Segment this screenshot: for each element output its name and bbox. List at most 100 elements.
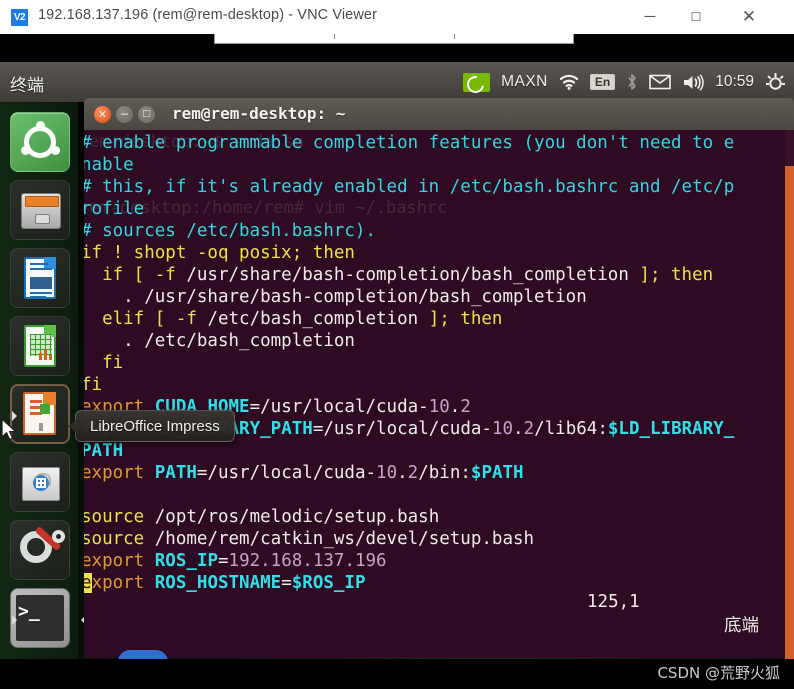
vnc-titlebar: V2 192.168.137.196 (rem@rem-desktop) - V… xyxy=(0,0,794,34)
minimize-button[interactable]: ─ xyxy=(627,0,673,34)
launcher-item-ubuntu-software[interactable] xyxy=(10,452,70,512)
terminal-text-span: =/usr/local/cuda- xyxy=(312,419,492,439)
bluetooth-icon[interactable] xyxy=(626,73,638,91)
terminal-text-span: if ! shopt -oq posix; then xyxy=(84,243,355,263)
vim-cursor-position: 125,1 xyxy=(587,592,640,612)
terminal-maximize-icon: □ xyxy=(142,109,151,119)
input-method-icon[interactable]: En xyxy=(589,74,616,90)
ubuntu-top-panel: 终端 MAXN En 10:59 xyxy=(0,62,794,102)
terminal-text-span: . xyxy=(84,331,145,351)
terminal-text-span: =/usr/local/cuda- xyxy=(196,463,377,483)
terminal-line: nable xyxy=(84,154,134,176)
system-tray: MAXN En 10:59 xyxy=(463,62,786,102)
terminal-text-span: elif [ -f xyxy=(84,309,208,329)
panel-app-name[interactable]: 终端 xyxy=(10,71,44,96)
terminal-content[interactable]: rem@rem-desktop:~$ sudo surem@rem-deskto… xyxy=(84,130,794,658)
launcher-item-libreoffice-calc[interactable] xyxy=(10,316,70,376)
vim-status-line: 125,1 底端 xyxy=(84,572,794,652)
nvidia-icon[interactable] xyxy=(463,72,491,96)
input-method-label: En xyxy=(589,74,616,90)
terminal-line: if [ -f /usr/share/bash-completion/bash_… xyxy=(84,264,713,286)
terminal-titlebar[interactable]: ✕ ─ □ rem@rem-desktop: ~ xyxy=(84,98,794,130)
terminal-text-span: source xyxy=(84,529,155,549)
terminal-text-span: 10 xyxy=(376,463,398,483)
terminal-text-span: # this, if it's already enabled in /etc/… xyxy=(84,177,735,197)
mail-icon[interactable] xyxy=(649,74,672,90)
terminal-text-span: ROS_IP xyxy=(154,551,218,571)
terminal-line: # sources /etc/bash.bashrc). xyxy=(84,220,376,242)
terminal-text-span: /home/rem/catkin_ws/devel/setup.bash xyxy=(154,529,535,549)
terminal-text-span: rofile xyxy=(84,199,145,219)
terminal-text-span: . xyxy=(84,287,145,307)
settings-gear-icon[interactable] xyxy=(765,72,786,93)
terminal-text-span: 10 xyxy=(491,419,514,439)
terminal-line: PATH xyxy=(84,440,123,462)
terminal-line: # this, if it's already enabled in /etc/… xyxy=(84,176,734,198)
vnc-logo-icon: V2 xyxy=(11,9,28,26)
volume-icon[interactable] xyxy=(682,73,704,91)
launcher-item-libreoffice-impress[interactable] xyxy=(10,384,70,444)
terminal-text-span: 2 xyxy=(407,463,419,483)
terminal-text-span: source xyxy=(84,507,155,527)
vim-scroll-state: 底端 xyxy=(724,616,759,636)
terminal-text-span: # sources /etc/bash.bashrc). xyxy=(84,221,377,241)
vnc-toolbar-handle[interactable] xyxy=(214,34,574,44)
terminal-text-span: = xyxy=(217,551,229,571)
terminal-text-span: $PATH xyxy=(470,463,524,483)
terminal-scrollbar[interactable] xyxy=(785,130,794,681)
terminal-text-span: nable xyxy=(84,155,134,175)
terminal-text-span: /usr/share/bash-completion/bash_completi… xyxy=(186,265,629,285)
terminal-text-span: # enable programmable completion feature… xyxy=(84,133,735,153)
terminal-line: # enable programmable completion feature… xyxy=(84,132,734,154)
launcher-item-system-settings[interactable] xyxy=(10,520,70,580)
terminal-text-span: ]; then xyxy=(628,265,714,285)
terminal-line: fi xyxy=(84,352,123,374)
terminal-window: ✕ ─ □ rem@rem-desktop: ~ rem@rem-desktop… xyxy=(84,98,794,681)
terminal-text-span: export xyxy=(84,551,155,571)
maximize-button[interactable]: ☐ xyxy=(673,0,719,34)
clock[interactable]: 10:59 xyxy=(715,74,754,90)
terminal-text-span: =/usr/local/cuda- xyxy=(249,397,429,417)
terminal-text-span: if [ -f xyxy=(84,265,187,285)
terminal-text-span: . xyxy=(397,463,408,483)
unity-launcher: >_ xyxy=(0,102,86,659)
terminal-line: fi xyxy=(84,374,102,396)
terminal-title-text: rem@rem-desktop: ~ xyxy=(172,104,346,123)
terminal-text-span: 2 xyxy=(460,397,471,417)
nvidia-power-label[interactable]: MAXN xyxy=(501,74,548,90)
terminal-line: if ! shopt -oq posix; then xyxy=(84,242,355,264)
terminal-close-icon: ✕ xyxy=(97,108,108,121)
terminal-text-span: 2 xyxy=(523,419,535,439)
launcher-item-files[interactable] xyxy=(10,180,70,240)
terminal-minimize-icon: ─ xyxy=(121,108,128,121)
terminal-text-span: /opt/ros/melodic/setup.bash xyxy=(154,507,440,527)
terminal-text-span: $LD_LIBRARY_ xyxy=(607,419,735,439)
terminal-text-span: fi xyxy=(84,375,103,395)
terminal-line: source /home/rem/catkin_ws/devel/setup.b… xyxy=(84,528,534,550)
close-button[interactable]: ✕ xyxy=(726,0,772,34)
terminal-text-span: . xyxy=(513,419,524,439)
terminal-text-span: 192.168.137.196 xyxy=(228,551,387,571)
terminal-text-span: 10 xyxy=(428,397,450,417)
wifi-icon[interactable] xyxy=(559,74,579,90)
terminal-line: . /etc/bash_completion xyxy=(84,330,355,352)
terminal-line: rofile xyxy=(84,198,144,220)
terminal-text-span: /lib64: xyxy=(534,419,608,439)
terminal-line: source /opt/ros/melodic/setup.bash xyxy=(84,506,439,528)
launcher-item-libreoffice-writer[interactable] xyxy=(10,248,70,308)
terminal-scrollbar-thumb[interactable] xyxy=(785,166,794,681)
launcher-item-terminal[interactable]: >_ xyxy=(10,588,86,648)
terminal-text-span: /bin: xyxy=(418,463,471,483)
vnc-window-title: 192.168.137.196 (rem@rem-desktop) - VNC … xyxy=(38,7,378,23)
terminal-line: export PATH=/usr/local/cuda-10.2/bin:$PA… xyxy=(84,462,524,484)
terminal-text-span: /usr/share/bash-completion/bash_completi… xyxy=(144,287,587,307)
launcher-item-ubuntu-dash[interactable] xyxy=(10,112,70,172)
launcher-tooltip: LibreOffice Impress xyxy=(68,410,235,442)
launcher-tooltip-label: LibreOffice Impress xyxy=(90,417,220,435)
terminal-line: . /usr/share/bash-completion/bash_comple… xyxy=(84,286,587,308)
terminal-text-span: export xyxy=(84,463,155,483)
terminal-line: elif [ -f /etc/bash_completion ]; then xyxy=(84,308,502,330)
terminal-text-span: PATH xyxy=(84,441,124,461)
screen: V2 192.168.137.196 (rem@rem-desktop) - V… xyxy=(0,0,794,689)
terminal-text-span: ]; then xyxy=(418,309,503,329)
